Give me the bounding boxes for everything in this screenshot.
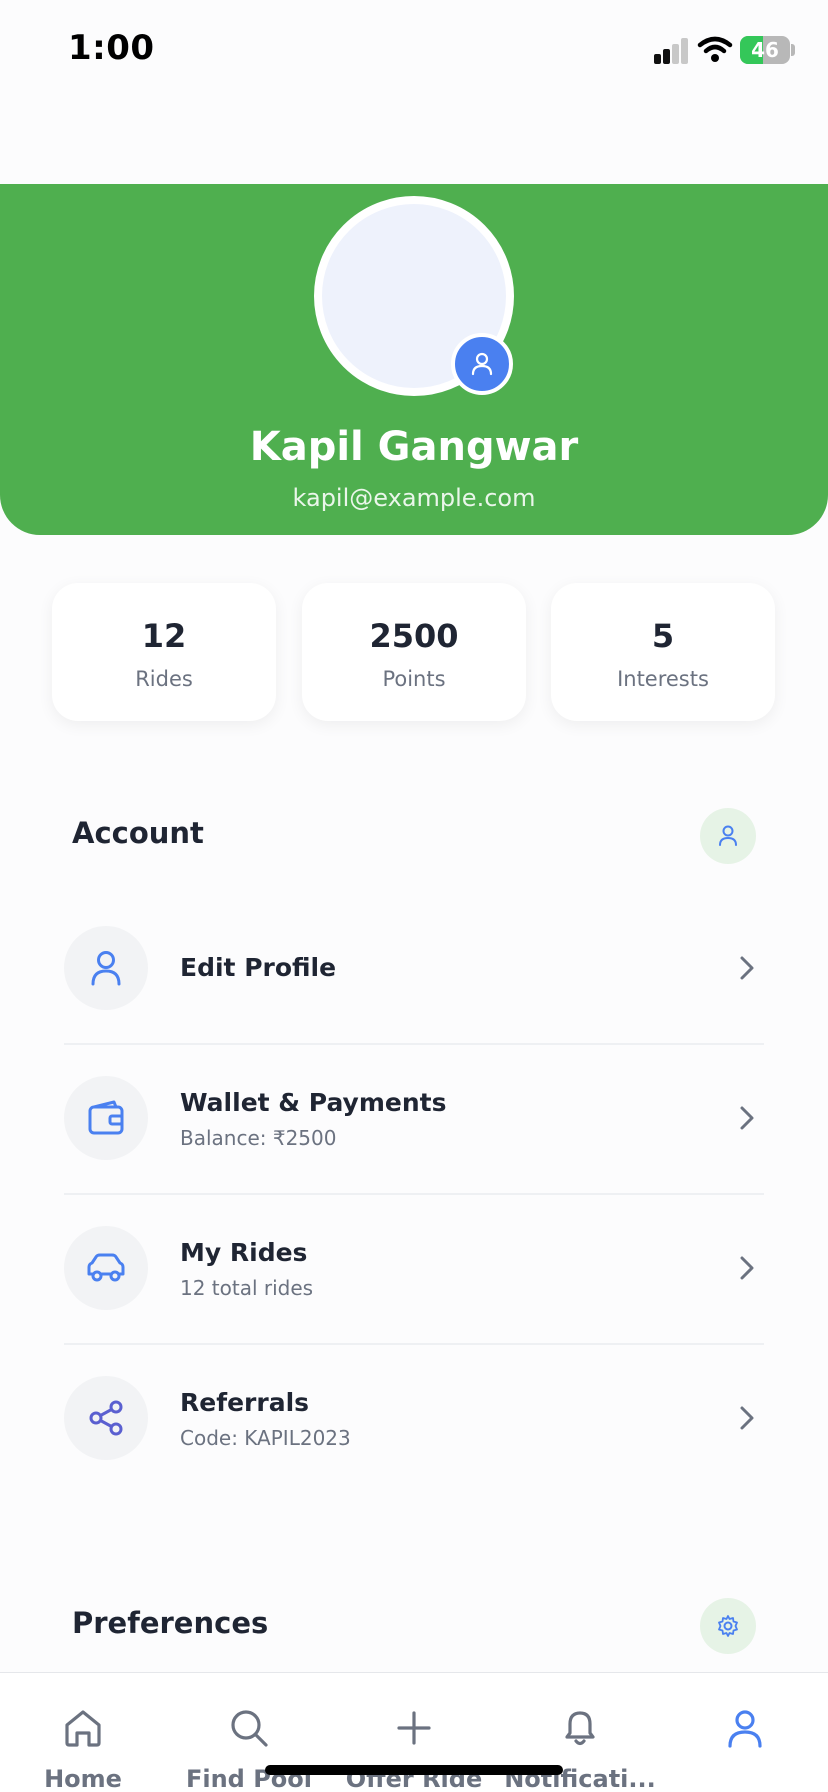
stat-card-interests[interactable]: 5 Interests <box>551 583 775 721</box>
chevron-right-icon <box>740 1106 754 1130</box>
cellular-signal-icon <box>654 38 688 64</box>
battery-icon: 46 <box>740 36 790 64</box>
battery-level: 46 <box>751 38 779 62</box>
menu-item-referrals[interactable]: Referrals Code: KAPIL2023 <box>64 1343 764 1493</box>
menu-item-subtitle: 12 total rides <box>180 1276 314 1300</box>
account-section-icon <box>700 808 756 864</box>
profile-name: Kapil Gangwar <box>249 424 579 470</box>
status-bar: 1:00 46 <box>0 0 828 100</box>
car-icon <box>87 1253 125 1282</box>
battery-cap <box>791 44 795 56</box>
chevron-right-icon <box>740 1406 754 1430</box>
stat-value: 12 <box>141 617 187 655</box>
menu-icon <box>64 1076 148 1160</box>
wifi-icon <box>697 36 733 62</box>
menu-item-title: My Rides <box>180 1238 308 1267</box>
menu-item-wallet[interactable]: Wallet & Payments Balance: ₹2500 <box>64 1043 764 1193</box>
menu-item-title: Edit Profile <box>180 953 337 982</box>
stat-card-points[interactable]: 2500 Points <box>302 583 526 721</box>
menu-item-title: Referrals <box>180 1388 310 1417</box>
stat-card-rides[interactable]: 12 Rides <box>52 583 276 721</box>
menu-item-my-rides[interactable]: My Rides 12 total rides <box>64 1193 764 1343</box>
status-time: 1:00 <box>68 28 155 68</box>
profile-screen: 1:00 46 Kapil Gangwar kapil@example.com … <box>0 0 828 1792</box>
menu-item-subtitle: Code: KAPIL2023 <box>180 1426 351 1450</box>
stat-label: Points <box>382 667 446 691</box>
home-icon <box>65 1710 101 1747</box>
menu-item-title: Wallet & Payments <box>180 1088 447 1117</box>
menu-icon <box>64 1226 148 1310</box>
user-icon <box>471 352 493 376</box>
wallet-icon <box>88 1100 124 1135</box>
share-icon <box>89 1400 123 1436</box>
home-indicator <box>265 1765 563 1775</box>
chevron-right-icon <box>740 956 754 980</box>
tab-home[interactable]: Home <box>0 1673 166 1792</box>
menu-item-edit-profile[interactable]: Edit Profile <box>64 893 764 1043</box>
profile-icon <box>728 1710 762 1748</box>
account-section-title: Account <box>72 816 204 850</box>
profile-email: kapil@example.com <box>292 484 536 512</box>
user-icon <box>91 951 121 986</box>
user-icon <box>719 825 737 846</box>
gear-icon <box>718 1615 738 1637</box>
stat-label: Interests <box>617 667 709 691</box>
tab-label: Home <box>44 1765 122 1792</box>
preferences-section-icon <box>700 1598 756 1654</box>
menu-item-subtitle: Balance: ₹2500 <box>180 1126 337 1150</box>
stat-value: 5 <box>651 617 675 655</box>
tab-profile[interactable] <box>662 1673 828 1792</box>
chevron-right-icon <box>740 1256 754 1280</box>
menu-icon <box>64 1376 148 1460</box>
search-icon <box>231 1710 268 1747</box>
bell-icon <box>565 1711 595 1746</box>
stat-value: 2500 <box>369 617 459 655</box>
avatar-edit-button[interactable] <box>451 333 513 395</box>
stat-label: Rides <box>135 667 193 691</box>
menu-icon <box>64 926 148 1010</box>
plus-icon <box>397 1711 431 1745</box>
preferences-section-title: Preferences <box>72 1606 269 1640</box>
